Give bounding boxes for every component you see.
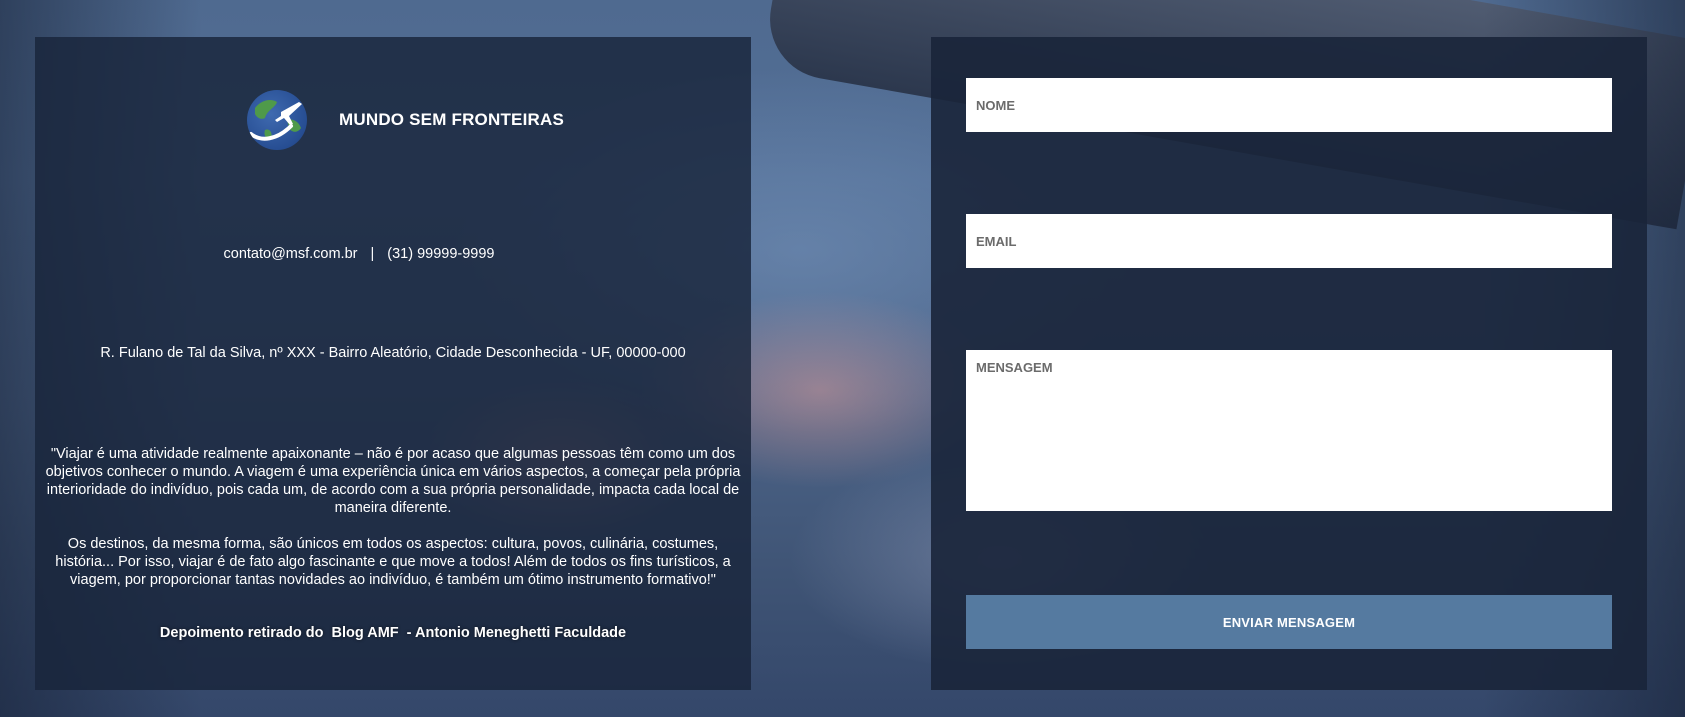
testimonial-quote: "Viajar é uma atividade realmente apaixo…	[43, 445, 743, 589]
contact-form: ENVIAR MENSAGEM	[931, 37, 1647, 690]
message-field[interactable]	[966, 350, 1612, 511]
send-message-button[interactable]: ENVIAR MENSAGEM	[966, 595, 1612, 649]
testimonial-credit[interactable]: Depoimento retirado do Blog AMF - Antoni…	[35, 625, 751, 641]
contact-phone[interactable]: (31) 99999-9999	[387, 246, 494, 262]
contact-email[interactable]: contato@msf.com.br	[224, 246, 358, 262]
quote-paragraph-1: "Viajar é uma atividade realmente apaixo…	[45, 446, 741, 516]
brand-name: MUNDO SEM FRONTEIRAS	[339, 110, 564, 129]
name-field[interactable]	[966, 78, 1612, 132]
brand[interactable]: MUNDO SEM FRONTEIRAS	[247, 90, 564, 150]
address: R. Fulano de Tal da Silva, nº XXX - Bair…	[100, 345, 686, 361]
contact-line: contato@msf.com.br | (31) 99999-9999	[35, 246, 751, 262]
email-field[interactable]	[966, 214, 1612, 268]
contact-separator: |	[370, 246, 375, 262]
quote-paragraph-2: Os destinos, da mesma forma, são únicos …	[55, 536, 731, 588]
credit-text: Depoimento retirado do Blog AMF - Antoni…	[159, 625, 627, 641]
globe-airplane-icon	[247, 90, 307, 150]
info-panel: MUNDO SEM FRONTEIRAS contato@msf.com.br |…	[35, 37, 751, 690]
